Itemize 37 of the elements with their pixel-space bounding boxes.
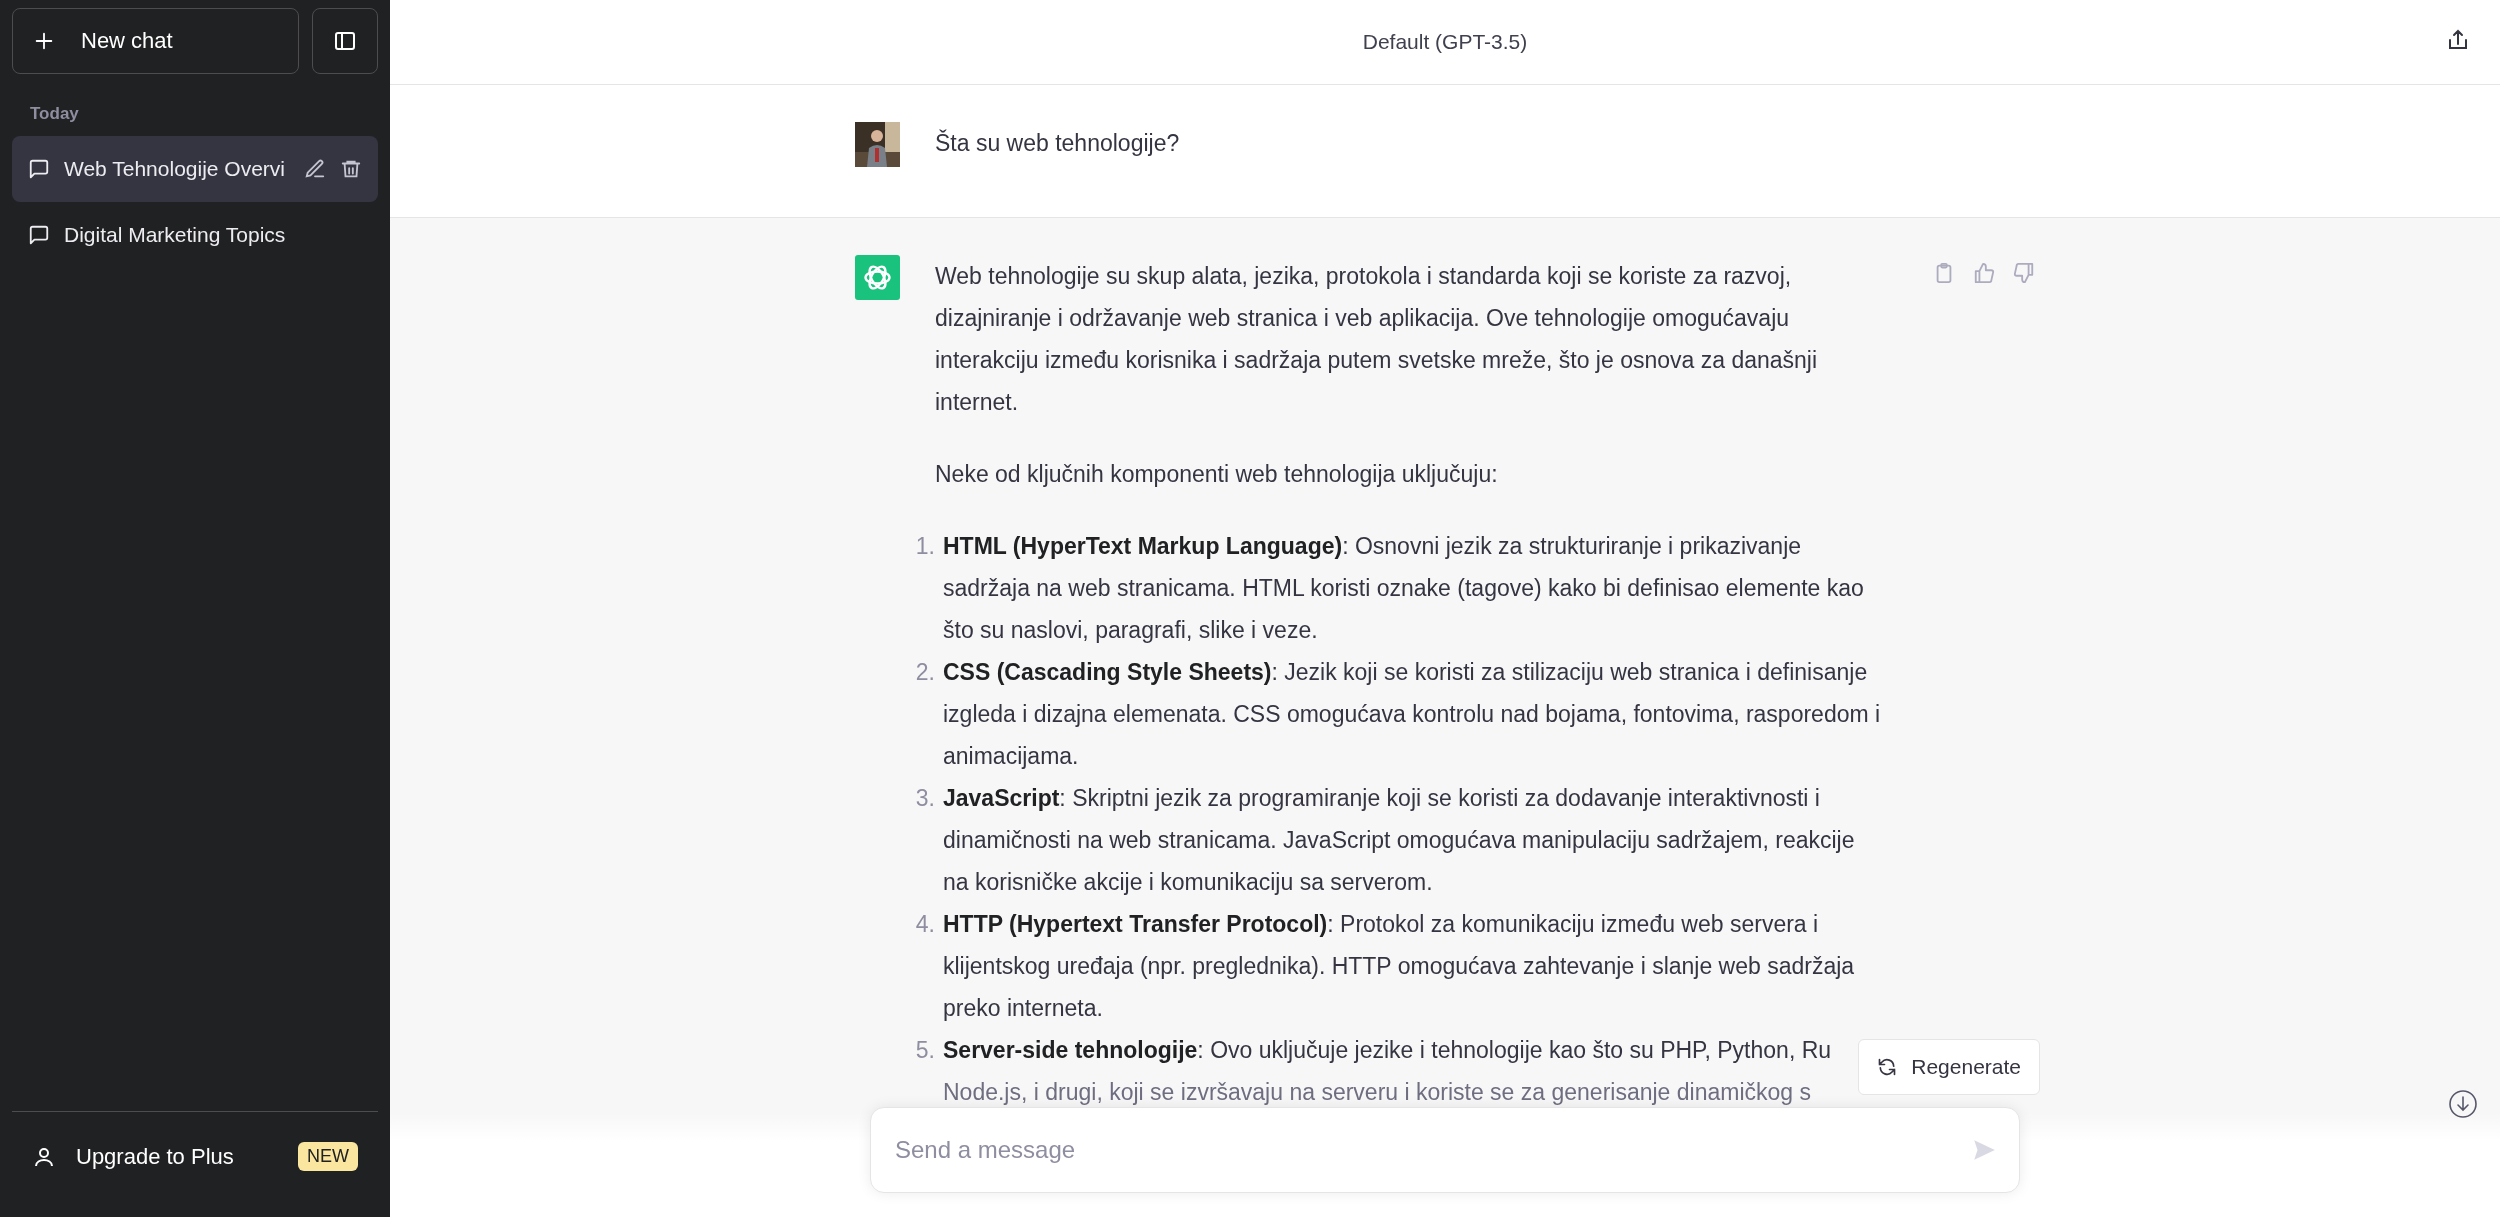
model-title[interactable]: Default (GPT-3.5) bbox=[1362, 30, 1528, 54]
refresh-icon bbox=[1877, 1057, 1898, 1077]
list-item-text: JavaScript: Skriptni jezik za programiranje koji se koristi za dodavanje interaktivnosti i dinamičnosti na web stranicama. JavaScript omogućava manipulaciju sadržajem, reakcije na korisničke akcije i komunikaciju sa serverom. bbox=[943, 784, 1856, 897]
list-item-text: CSS (Cascading Style Sheets): Jezik koji se koristi za stilizaciju web stranica i definisanje izgleda i dizajna elemenata. CSS omogućava kontrolu nad bojama, fontovima, rasporedom i animacijama. bbox=[943, 658, 1882, 771]
message-field[interactable]: Send a message bbox=[893, 1135, 1971, 1165]
message-text: Neke od ključnih komponenti web tehnologija uključuju: bbox=[935, 460, 1499, 489]
list-number: 5. bbox=[914, 1036, 935, 1065]
thumbs-up-icon[interactable] bbox=[1973, 262, 1995, 284]
new-chat-button[interactable]: New chat bbox=[12, 8, 299, 74]
sidebar-icon bbox=[333, 29, 357, 53]
list-number: 3. bbox=[914, 784, 935, 813]
regenerate-button[interactable]: Regenerate bbox=[1858, 1039, 2040, 1095]
edit-icon[interactable] bbox=[304, 158, 326, 180]
scroll-down-icon[interactable] bbox=[2448, 1089, 2478, 1119]
message-text: Šta su web tehnologije? bbox=[935, 128, 1181, 158]
new-badge: NEW bbox=[298, 1142, 358, 1171]
section-label: Today bbox=[30, 104, 80, 124]
list-item-text: Server-side tehnologije: Ovo uključuje jezike i tehnologije kao što su PHP, Python, Ru bbox=[943, 1036, 1832, 1065]
plus-icon bbox=[33, 30, 55, 52]
message-composer[interactable]: Send a message bbox=[870, 1107, 2020, 1193]
assistant-logo-icon bbox=[855, 255, 900, 300]
chat-bubble-icon bbox=[28, 158, 50, 180]
chat-item[interactable]: Digital Marketing Topics bbox=[12, 202, 378, 268]
list-item-text: Node.js, i drugi, koji se izvršavaju na serveru i koriste se za generisanje dinamičkog s bbox=[943, 1078, 1812, 1107]
list-number: 1. bbox=[914, 532, 935, 561]
list-item-text: HTTP (Hypertext Transfer Protocol): Protokol za komunikaciju između web servera i klijentskog uređaja (npr. preglednika). HTTP omogućava zahtevanje i slanje web sadržaja preko interneta. bbox=[943, 910, 1856, 1023]
upgrade-item[interactable]: Upgrade to Plus NEW bbox=[12, 1130, 378, 1183]
message-text: Web tehnologije su skup alata, jezika, protokola i standarda koji se koriste za razvoj, dizajniranje i održavanje web stranica i veb aplikacija. Ove tehnologije omogućavaju interakciju između korisnika i sadržaja putem svetske mreže, što je osnova za današnji internet. bbox=[935, 262, 1819, 417]
thumbs-down-icon[interactable] bbox=[2013, 262, 2035, 284]
chat-bubble-icon bbox=[28, 224, 50, 246]
share-icon[interactable] bbox=[2446, 28, 2470, 52]
list-number: 2. bbox=[914, 658, 935, 687]
list-item-text: HTML (HyperText Markup Language): Osnovni jezik za strukturiranje i prikazivanje sadržaja na web stranicama. HTML koristi oznake (tagove) kako bi definisao elemente kao što su naslovi, paragrafi, slike i veze. bbox=[943, 532, 1865, 645]
delete-icon[interactable] bbox=[340, 158, 362, 180]
sidebar-toggle-button[interactable] bbox=[312, 8, 378, 74]
list-number: 4. bbox=[914, 910, 935, 939]
chat-item[interactable]: Web Tehnologije Overvi bbox=[12, 136, 378, 202]
